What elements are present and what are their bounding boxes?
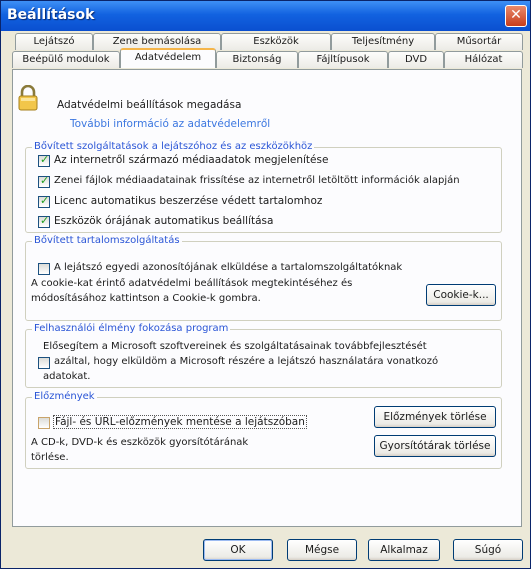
help-button[interactable]: Súgó — [453, 539, 523, 561]
tab-library[interactable]: Műsortár — [435, 33, 523, 50]
set-device-clock-checkbox[interactable] — [38, 214, 50, 228]
tab-network[interactable]: Hálózat — [444, 51, 523, 68]
cookie-description: A cookie-kat érintő adatvédelmi beállítá… — [31, 278, 353, 289]
group-title: Bővített szolgáltatások a lejátszóhoz és… — [32, 141, 315, 152]
tab-dvd[interactable]: DVD — [388, 51, 444, 68]
program-description: adatokat. — [43, 371, 91, 382]
tab-security[interactable]: Biztonság — [216, 51, 298, 68]
tab-plugins[interactable]: Beépülő modulok — [12, 51, 120, 68]
cancel-button[interactable]: Mégse — [287, 539, 357, 561]
tab-privacy[interactable]: Adatvédelem — [120, 48, 216, 68]
tab-row-bottom: Beépülő modulok Adatvédelem Biztonság Fá… — [12, 48, 523, 71]
cookies-button[interactable]: Cookie-k... — [426, 284, 496, 306]
acquire-licenses-checkbox[interactable] — [38, 194, 50, 208]
cache-description: törlése. — [31, 452, 69, 463]
tab-label: Teljesítmény — [351, 36, 415, 47]
checkbox-label: Eszközök órájának automatikus beállítása — [54, 215, 274, 227]
group-title: Felhasználói élmény fokozása program — [32, 323, 231, 334]
options-dialog: Beállítások ✕ Lejátszó Zene bemásolása E… — [0, 0, 531, 569]
customer-experience-checkbox[interactable] — [38, 357, 50, 369]
checkbox-label: Fájl- és URL-előzmények mentése a lejáts… — [53, 415, 307, 429]
tab-devices[interactable]: Eszközök — [221, 33, 331, 50]
checkbox-label: Licenc automatikus beszerzése védett tar… — [54, 195, 323, 207]
tab-label: Fájltípusok — [316, 54, 370, 65]
send-unique-id-checkbox[interactable] — [38, 263, 50, 275]
close-button[interactable]: ✕ — [505, 5, 527, 27]
tab-file-types[interactable]: Fájltípusok — [298, 51, 388, 68]
update-music-files-checkbox[interactable] — [38, 174, 50, 188]
close-icon: ✕ — [510, 7, 522, 23]
tab-label: Zene bemásolása — [112, 36, 202, 47]
program-description: azáltal, hogy elküldöm a Microsoft részé… — [54, 356, 439, 367]
privacy-header-text: Adatvédelmi beállítások megadása — [57, 99, 242, 111]
tab-label: Eszközök — [253, 36, 299, 47]
tab-label: Beépülő modulok — [22, 54, 110, 65]
checkbox-label: A lejátszó egyedi azonosítójának elküldé… — [54, 262, 403, 273]
title-bar[interactable]: Beállítások ✕ — [1, 1, 530, 31]
tab-label: Lejátszó — [33, 36, 75, 47]
clear-history-button[interactable]: Előzmények törlése — [374, 406, 496, 428]
cookie-description: módosításához kattintson a Cookie-k gomb… — [31, 293, 261, 304]
tab-label: Adatvédelem — [134, 52, 202, 63]
tab-row-top: Lejátszó Zene bemásolása Eszközök Teljes… — [15, 33, 523, 50]
ok-button[interactable]: OK — [203, 539, 273, 561]
checkbox-label: Az internetről származó médiaadatok megj… — [54, 154, 329, 166]
group-title: Bővített tartalomszolgáltatás — [32, 235, 182, 246]
tab-label: Műsortár — [456, 36, 502, 47]
show-media-info-checkbox[interactable] — [38, 153, 50, 167]
lock-icon — [18, 85, 38, 111]
checkbox-label: Zenei fájlok médiaadatainak frissítése a… — [54, 175, 460, 186]
group-title: Előzmények — [32, 391, 97, 402]
window-title: Beállítások — [7, 7, 95, 23]
tab-performance[interactable]: Teljesítmény — [331, 33, 435, 50]
privacy-info-link[interactable]: További információ az adatvédelemről — [70, 118, 270, 130]
apply-button[interactable]: Alkalmaz — [368, 539, 440, 561]
tab-player[interactable]: Lejátszó — [15, 33, 93, 50]
program-description: Elősegítem a Microsoft szoftvereinek és … — [43, 341, 427, 352]
tab-label: Biztonság — [232, 54, 282, 65]
tab-label: Hálózat — [464, 54, 503, 65]
clear-caches-button[interactable]: Gyorsítótárak törlése — [374, 435, 496, 457]
cache-description: A CD-k, DVD-k és eszközök gyorsítótárána… — [31, 437, 249, 448]
save-history-checkbox[interactable] — [38, 417, 50, 429]
tab-label: DVD — [404, 54, 428, 65]
